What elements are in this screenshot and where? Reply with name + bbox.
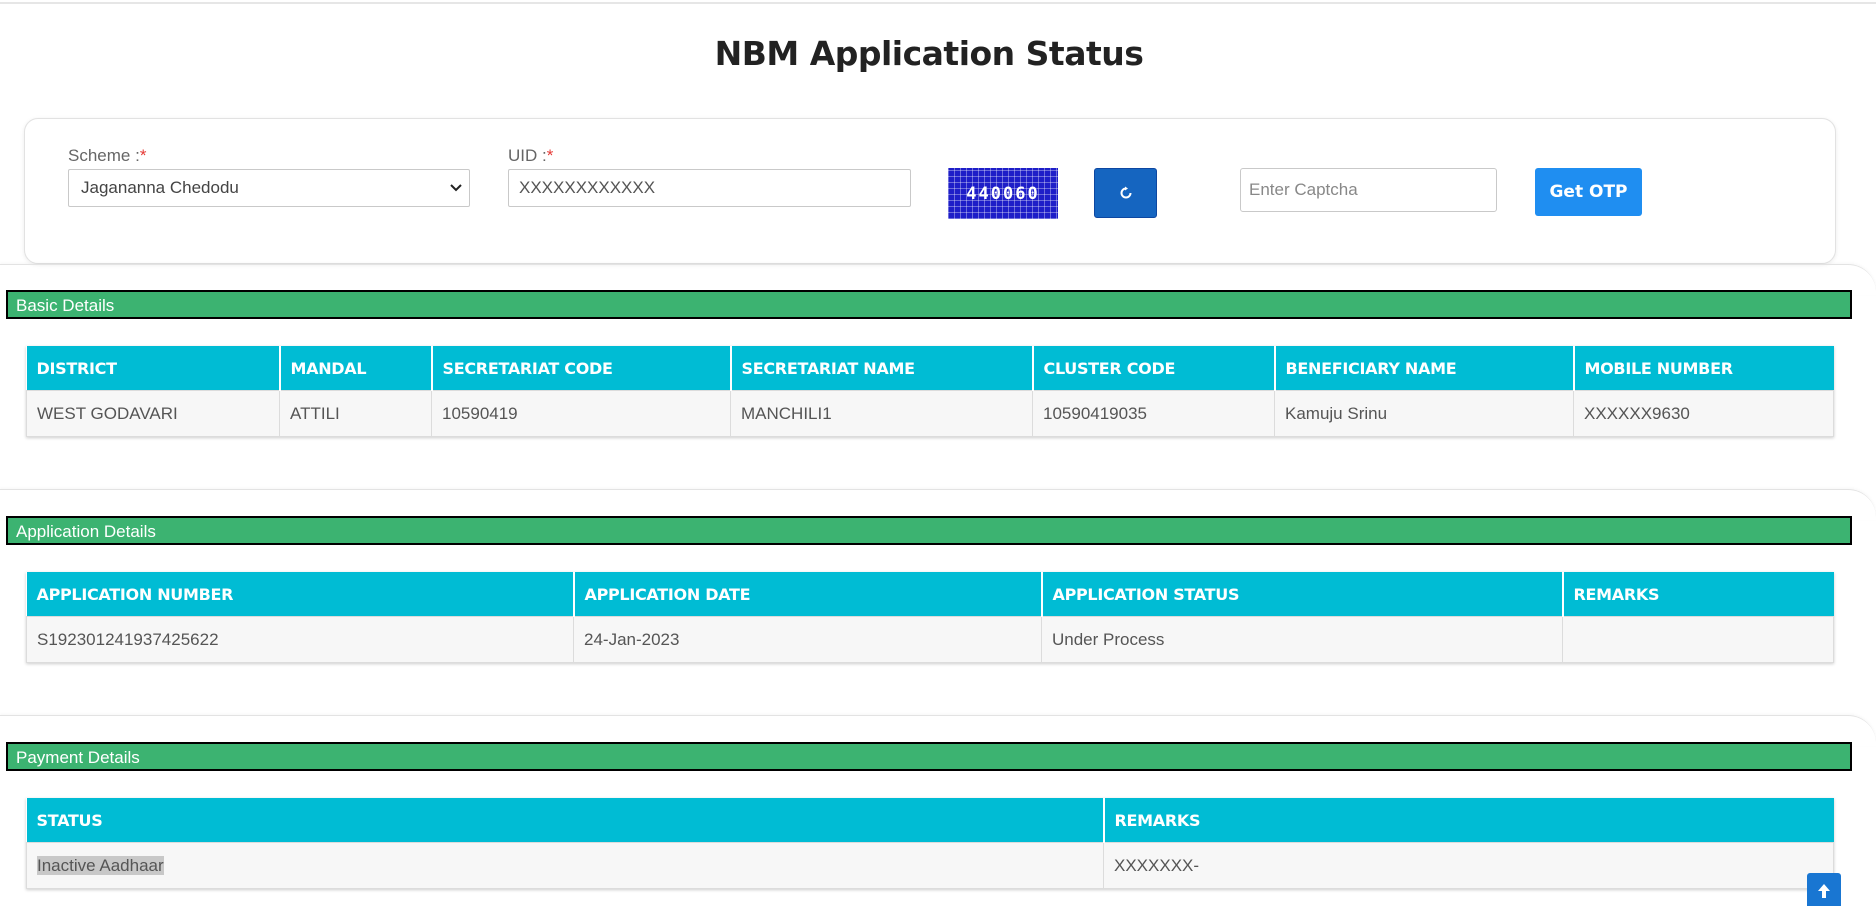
table-cell: Under Process [1041,616,1563,663]
table-header-row: STATUS REMARKS [26,798,1834,843]
selected-text: Inactive Aadhaar [37,855,164,875]
captcha-placeholder: Enter Captcha [1249,180,1358,199]
column-header: MANDAL [279,346,433,391]
page-title: NBM Application Status [714,34,1144,73]
required-mark: * [546,146,554,165]
table-cell: MANCHILI1 [730,390,1033,437]
table-cell: 24-Jan-2023 [573,616,1042,663]
section-header-payment-details: Payment Details [6,742,1852,771]
table-header-row: DISTRICT MANDAL SECRETARIAT CODE SECRETA… [26,346,1834,391]
column-header: MOBILE NUMBER [1573,346,1834,391]
column-header: SECRETARIAT NAME [730,346,1034,391]
table-cell [1562,616,1834,663]
payment-details-table: STATUS REMARKS Inactive Aadhaar XXXXXXX- [26,798,1834,889]
refresh-captcha-button[interactable] [1094,168,1157,218]
required-mark: * [139,146,147,165]
basic-details-table: DISTRICT MANDAL SECRETARIAT CODE SECRETA… [26,346,1834,437]
table-cell: Inactive Aadhaar [26,842,1104,889]
uid-input-value: XXXXXXXXXXXX [519,178,656,197]
section-header-basic-details: Basic Details [6,290,1852,319]
column-header: REMARKS [1103,798,1834,843]
application-details-table: APPLICATION NUMBER APPLICATION DATE APPL… [26,572,1834,663]
scheme-label: Scheme :* [68,146,147,165]
refresh-icon [1120,186,1132,199]
table-cell: XXXXXXX- [1103,842,1834,889]
column-header: STATUS [26,798,1105,843]
table-cell: ATTILI [279,390,432,437]
table-cell: WEST GODAVARI [26,390,280,437]
table-row: S192301241937425622 24-Jan-2023 Under Pr… [26,616,1834,663]
column-header: REMARKS [1562,572,1834,617]
chevron-down-icon [450,184,462,192]
table-header-row: APPLICATION NUMBER APPLICATION DATE APPL… [26,572,1834,617]
column-header: BENEFICIARY NAME [1274,346,1575,391]
captcha-text: 440060 [966,184,1040,204]
section-header-application-details: Application Details [6,516,1852,545]
column-header: SECRETARIAT CODE [431,346,732,391]
scroll-to-top-button[interactable] [1807,873,1841,906]
column-header: CLUSTER CODE [1032,346,1276,391]
captcha-input[interactable]: Enter Captcha [1240,168,1497,212]
arrow-up-icon [1818,884,1830,898]
captcha-image: 440060 [948,168,1058,219]
table-cell: Kamuju Srinu [1274,390,1574,437]
table-row: Inactive Aadhaar XXXXXXX- [26,842,1834,889]
column-header: APPLICATION NUMBER [26,572,575,617]
uid-input[interactable]: XXXXXXXXXXXX [508,169,911,207]
scheme-select[interactable]: Jagananna Chedodu [68,169,470,207]
table-cell: 10590419035 [1032,390,1275,437]
uid-label: UID :* [508,146,554,165]
column-header: DISTRICT [26,346,281,391]
top-divider [0,2,1876,4]
column-header: APPLICATION STATUS [1041,572,1564,617]
table-cell: XXXXXX9630 [1573,390,1834,437]
column-header: APPLICATION DATE [573,572,1043,617]
scheme-select-value: Jagananna Chedodu [81,178,239,197]
table-row: WEST GODAVARI ATTILI 10590419 MANCHILI1 … [26,390,1834,437]
table-cell: 10590419 [431,390,731,437]
table-cell: S192301241937425622 [26,616,574,663]
get-otp-button[interactable]: Get OTP [1535,168,1642,216]
